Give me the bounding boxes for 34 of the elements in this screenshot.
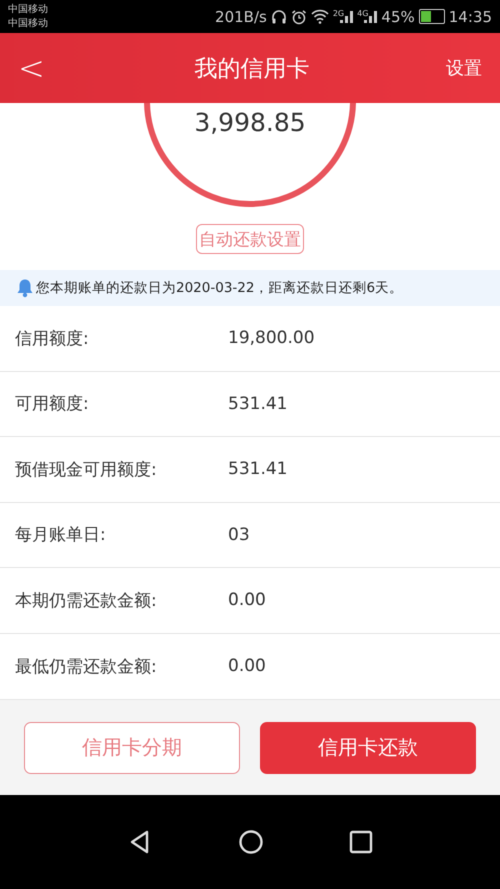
- repay-button[interactable]: 信用卡还款: [260, 722, 476, 774]
- back-button[interactable]: <: [18, 49, 58, 87]
- battery-icon: [418, 9, 445, 24]
- wifi-icon: [310, 9, 329, 24]
- carrier-name: 中国移动: [8, 16, 48, 30]
- settings-button[interactable]: 设置: [446, 56, 482, 80]
- field-label: 信用额度:: [14, 328, 90, 350]
- field-value: 0.00: [228, 590, 266, 610]
- carrier-name: 中国移动: [8, 2, 48, 16]
- headphones-icon: [270, 8, 287, 24]
- field-label: 预借现金可用额度:: [14, 458, 158, 481]
- network-speed: 201B/s: [215, 8, 267, 26]
- network-type: 2G: [332, 10, 344, 18]
- network-type: 4G: [357, 10, 368, 18]
- field-label: 每月账单日:: [14, 524, 107, 546]
- installment-button[interactable]: 信用卡分期: [24, 722, 240, 774]
- bell-icon: [16, 278, 34, 298]
- clock-time: 14:35: [448, 8, 492, 26]
- field-value: 19,800.00: [228, 328, 315, 348]
- auto-repay-button[interactable]: 自动还款设置: [196, 224, 304, 254]
- field-label: 可用额度:: [14, 393, 90, 416]
- alarm-icon: [290, 8, 307, 24]
- field-label: 本期仍需还款金额:: [14, 590, 158, 612]
- battery-percent: 45%: [381, 8, 415, 26]
- field-value: 531.41: [228, 459, 288, 480]
- recents-nav-icon[interactable]: [349, 830, 373, 854]
- balance-amount: 3,998.85: [194, 108, 306, 139]
- field-label: 最低仍需还款金额:: [14, 656, 158, 678]
- field-value: 03: [228, 524, 250, 545]
- notice-text: 您本期账单的还款日为2020-03-22，距离还款日还剩6天。: [36, 279, 404, 297]
- home-nav-icon[interactable]: [238, 829, 264, 855]
- page-title: 我的信用卡: [194, 54, 310, 84]
- field-value: 531.41: [228, 394, 288, 414]
- field-value: 0.00: [228, 656, 266, 676]
